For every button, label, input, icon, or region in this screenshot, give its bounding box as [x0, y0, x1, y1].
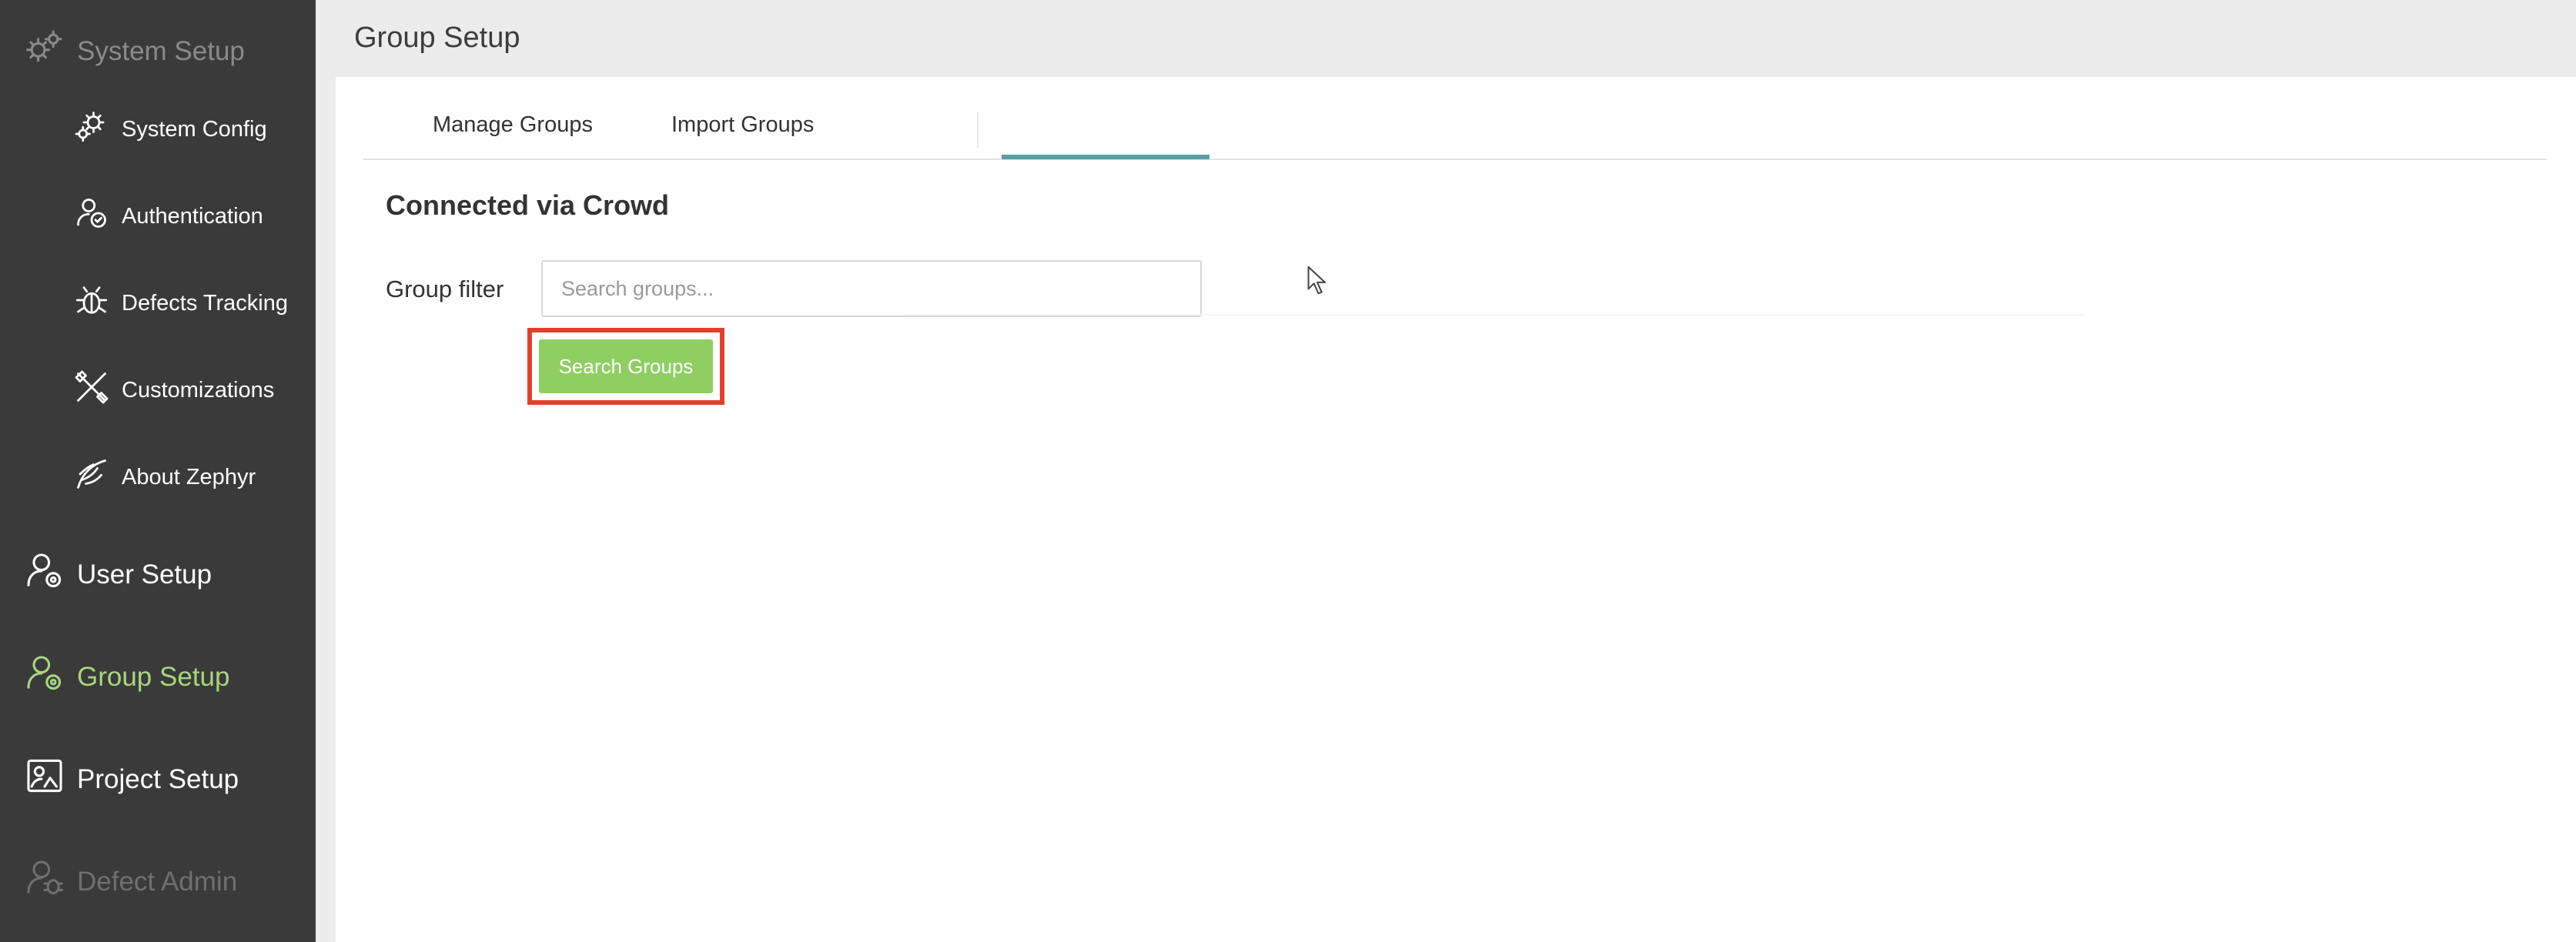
project-icon — [23, 754, 66, 804]
nav-customizations-label: Customizations — [122, 377, 275, 403]
page-title: Group Setup — [354, 22, 520, 54]
user-bug-icon — [23, 857, 66, 907]
tools-icon — [72, 368, 111, 413]
group-filter-input[interactable] — [541, 260, 1202, 317]
sidebar: System Setup System Config Authenticatio… — [0, 0, 316, 942]
group-gear-icon — [23, 652, 66, 702]
nav-defect-admin[interactable]: Defect Admin — [23, 857, 237, 907]
nav-user-setup[interactable]: User Setup — [23, 550, 212, 600]
nav-system-config[interactable]: System Config — [72, 107, 267, 152]
section-title: Connected via Crowd — [386, 189, 670, 221]
tab-manage-groups[interactable]: Manage Groups — [433, 112, 593, 138]
nav-defects-tracking-label: Defects Tracking — [122, 290, 288, 316]
nav-group-setup[interactable]: Group Setup — [23, 652, 229, 702]
search-groups-button[interactable]: Search Groups — [539, 339, 713, 393]
nav-authentication-label: Authentication — [122, 203, 263, 229]
mouse-cursor-icon — [1307, 266, 1326, 295]
nav-system-setup-label: System Setup — [77, 35, 245, 66]
wing-icon — [72, 455, 111, 499]
nav-group-setup-label: Group Setup — [77, 661, 230, 692]
nav-project-setup[interactable]: Project Setup — [23, 754, 239, 804]
page-header: Group Setup — [316, 0, 2576, 77]
nav-system-config-label: System Config — [122, 116, 267, 142]
nav-about-zephyr-label: About Zephyr — [122, 464, 256, 489]
tab-import-groups[interactable]: Import Groups — [671, 112, 814, 138]
content-panel: Manage Groups Import Groups Connected vi… — [336, 77, 2576, 942]
gears-icon — [72, 107, 111, 152]
nav-defect-admin-label: Defect Admin — [77, 866, 238, 897]
nav-project-setup-label: Project Setup — [77, 763, 239, 794]
divider — [905, 314, 2083, 316]
nav-authentication[interactable]: Authentication — [72, 194, 263, 239]
nav-about-zephyr[interactable]: About Zephyr — [72, 455, 256, 499]
user-gear-icon — [23, 550, 66, 600]
tab-divider — [977, 112, 979, 148]
nav-customizations[interactable]: Customizations — [72, 368, 274, 413]
nav-user-setup-label: User Setup — [77, 559, 212, 590]
active-tab-indicator — [1002, 155, 1209, 159]
bug-icon — [72, 281, 111, 326]
user-check-icon — [72, 194, 111, 239]
nav-defects-tracking[interactable]: Defects Tracking — [72, 281, 288, 326]
nav-system-setup[interactable]: System Setup — [23, 26, 245, 76]
tab-bar: Manage Groups Import Groups — [363, 77, 2547, 160]
group-filter-label: Group filter — [386, 276, 504, 302]
gears-icon — [23, 26, 66, 76]
